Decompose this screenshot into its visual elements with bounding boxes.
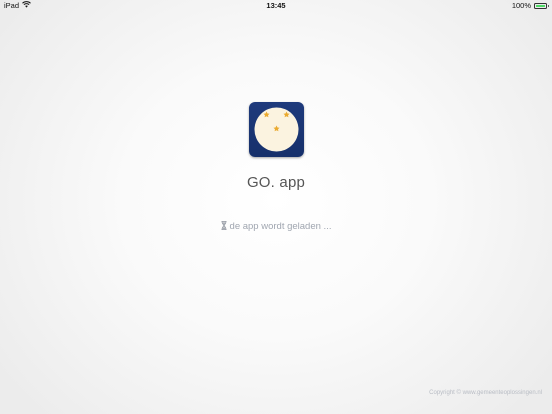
battery-icon bbox=[534, 3, 549, 9]
loading-indicator: de app wordt geladen ... bbox=[0, 221, 552, 233]
status-bar-right: 100% bbox=[511, 0, 549, 12]
app-logo-icon bbox=[249, 102, 304, 157]
status-bar: iPad 13:45 100% bbox=[0, 0, 552, 12]
battery-percentage: 100% bbox=[511, 1, 531, 10]
loading-text: de app wordt geladen ... bbox=[229, 221, 332, 232]
copyright-text: Copyright © www.gemeenteoplossingen.nl bbox=[429, 390, 542, 396]
app-title: GO. app bbox=[246, 174, 306, 191]
clock: 13:45 bbox=[266, 1, 286, 10]
hourglass-icon bbox=[221, 221, 227, 233]
